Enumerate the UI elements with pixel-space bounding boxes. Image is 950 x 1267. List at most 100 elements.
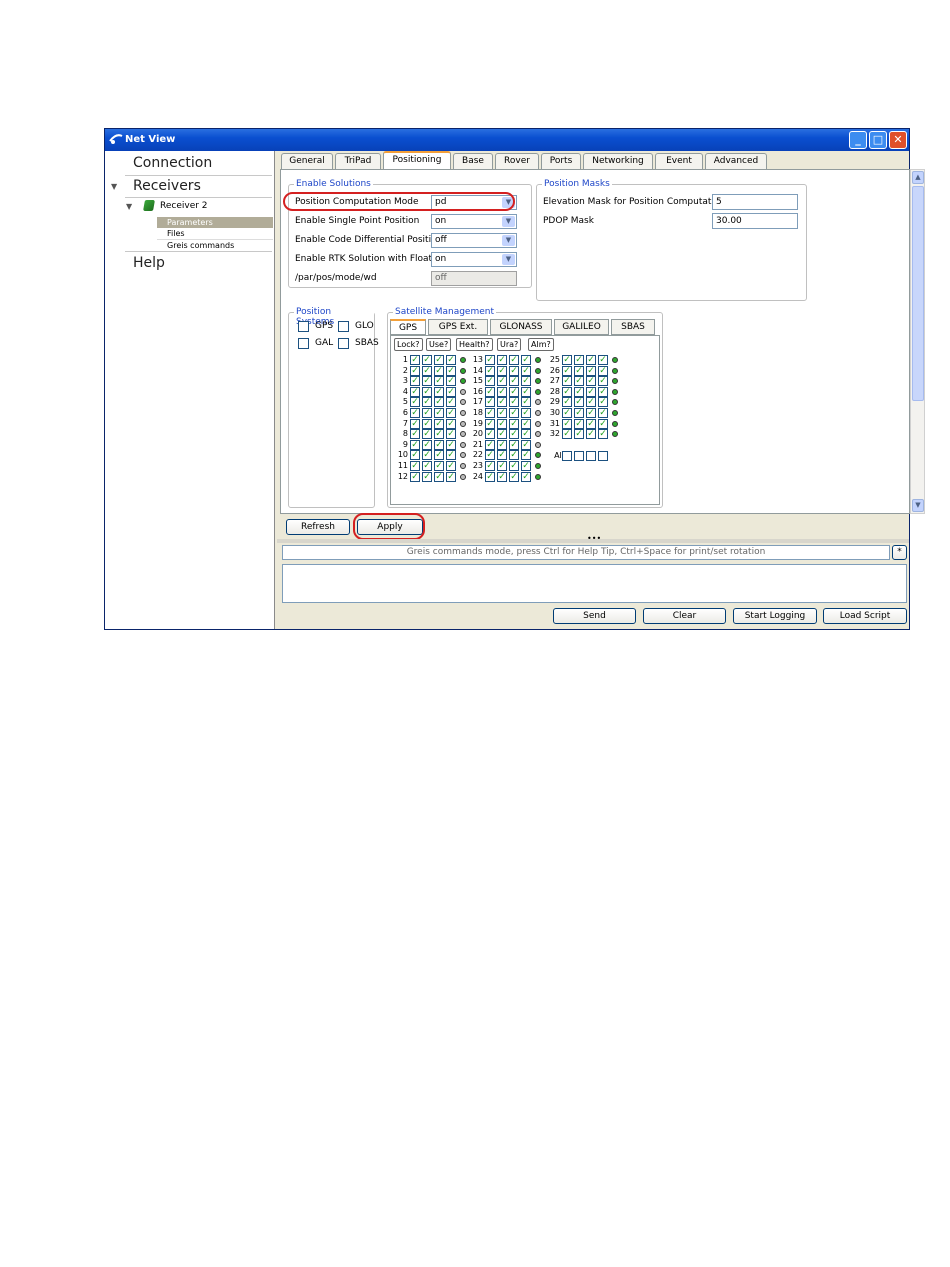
sat-checkbox[interactable]: ✓ <box>509 408 519 418</box>
sat-checkbox[interactable]: ✓ <box>446 439 456 450</box>
clear-button[interactable]: Clear <box>643 608 726 624</box>
sat-checkbox[interactable]: ✓ <box>574 355 584 365</box>
tab-event[interactable]: Event <box>655 153 703 169</box>
all-checkbox[interactable] <box>586 451 596 461</box>
sat-checkbox[interactable]: ✓ <box>509 418 519 429</box>
sat-checkbox[interactable]: ✓ <box>598 365 608 376</box>
sat-checkbox[interactable]: ✓ <box>509 365 519 376</box>
gps-checkbox[interactable] <box>298 321 309 332</box>
sat-checkbox[interactable]: ✓ <box>497 408 507 418</box>
sat-checkbox[interactable]: ✓ <box>485 408 495 418</box>
sat-checkbox[interactable]: ✓ <box>422 386 432 397</box>
sat-checkbox[interactable]: ✓ <box>497 386 507 397</box>
nav-files[interactable]: Files <box>157 228 273 239</box>
sat-checkbox[interactable]: ✓ <box>434 386 444 397</box>
sat-checkbox[interactable]: ✓ <box>586 429 596 440</box>
sat-checkbox[interactable]: ✓ <box>586 408 596 418</box>
sat-checkbox[interactable]: ✓ <box>410 376 420 387</box>
command-input[interactable]: Greis commands mode, press Ctrl for Help… <box>282 545 890 560</box>
sat-checkbox[interactable]: ✓ <box>485 461 495 471</box>
sat-checkbox[interactable]: ✓ <box>485 386 495 397</box>
sat-checkbox[interactable]: ✓ <box>497 376 507 387</box>
sat-checkbox[interactable]: ✓ <box>410 439 420 450</box>
sat-checkbox[interactable]: ✓ <box>497 397 507 408</box>
nav-receivers[interactable]: Receivers <box>133 178 201 194</box>
sat-checkbox[interactable]: ✓ <box>410 365 420 376</box>
sat-checkbox[interactable]: ✓ <box>485 439 495 450</box>
single-point-select[interactable]: on ▼ <box>431 214 517 229</box>
sat-checkbox[interactable]: ✓ <box>497 429 507 440</box>
sat-checkbox[interactable]: ✓ <box>434 450 444 461</box>
sat-checkbox[interactable]: ✓ <box>446 471 456 482</box>
maximize-button[interactable]: □ <box>869 131 887 149</box>
command-output-area[interactable] <box>282 564 907 603</box>
sat-checkbox[interactable]: ✓ <box>598 408 608 418</box>
chevron-down-icon[interactable]: ▼ <box>502 254 515 265</box>
sat-checkbox[interactable]: ✓ <box>422 365 432 376</box>
sat-checkbox[interactable]: ✓ <box>434 471 444 482</box>
tab-positioning[interactable]: Positioning <box>383 151 451 170</box>
chevron-down-icon[interactable]: ▼ <box>502 235 515 246</box>
sat-checkbox[interactable]: ✓ <box>446 376 456 387</box>
nav-help[interactable]: Help <box>133 255 165 271</box>
chevron-down-icon[interactable]: ▼ <box>502 216 515 227</box>
alm-header[interactable]: Alm? <box>528 338 554 351</box>
sat-checkbox[interactable]: ✓ <box>562 429 572 440</box>
sat-checkbox[interactable]: ✓ <box>485 365 495 376</box>
sat-checkbox[interactable]: ✓ <box>509 386 519 397</box>
sat-checkbox[interactable]: ✓ <box>521 397 531 408</box>
vertical-scrollbar[interactable]: ▲ ▼ <box>910 169 925 514</box>
sat-checkbox[interactable]: ✓ <box>422 355 432 365</box>
sat-checkbox[interactable]: ✓ <box>574 376 584 387</box>
sat-checkbox[interactable]: ✓ <box>410 408 420 418</box>
sat-checkbox[interactable]: ✓ <box>509 450 519 461</box>
scroll-down-icon[interactable]: ▼ <box>912 499 924 512</box>
sat-checkbox[interactable]: ✓ <box>434 418 444 429</box>
code-differential-select[interactable]: off ▼ <box>431 233 517 248</box>
sat-checkbox[interactable]: ✓ <box>562 386 572 397</box>
sat-checkbox[interactable]: ✓ <box>562 418 572 429</box>
sat-checkbox[interactable]: ✓ <box>410 386 420 397</box>
sat-checkbox[interactable]: ✓ <box>509 429 519 440</box>
sat-checkbox[interactable]: ✓ <box>598 397 608 408</box>
sat-checkbox[interactable]: ✓ <box>497 365 507 376</box>
sat-checkbox[interactable]: ✓ <box>521 408 531 418</box>
sat-checkbox[interactable]: ✓ <box>446 386 456 397</box>
sat-checkbox[interactable]: ✓ <box>497 418 507 429</box>
sat-checkbox[interactable]: ✓ <box>586 376 596 387</box>
sat-checkbox[interactable]: ✓ <box>574 386 584 397</box>
sat-checkbox[interactable]: ✓ <box>410 450 420 461</box>
sat-tab-gps-ext[interactable]: GPS Ext. <box>428 319 488 335</box>
sat-checkbox[interactable]: ✓ <box>509 439 519 450</box>
sat-checkbox[interactable]: ✓ <box>434 397 444 408</box>
sat-checkbox[interactable]: ✓ <box>562 376 572 387</box>
sat-checkbox[interactable]: ✓ <box>422 418 432 429</box>
nav-receiver-2[interactable]: Receiver 2 <box>160 201 208 211</box>
sat-checkbox[interactable]: ✓ <box>521 439 531 450</box>
tab-rover[interactable]: Rover <box>495 153 539 169</box>
nav-parameters[interactable]: Parameters <box>157 217 273 228</box>
rtk-float-select[interactable]: on ▼ <box>431 252 517 267</box>
sat-checkbox[interactable]: ✓ <box>562 397 572 408</box>
sat-checkbox[interactable]: ✓ <box>497 450 507 461</box>
tab-advanced[interactable]: Advanced <box>705 153 767 169</box>
sat-checkbox[interactable]: ✓ <box>586 355 596 365</box>
sat-checkbox[interactable]: ✓ <box>434 408 444 418</box>
gal-checkbox[interactable] <box>298 338 309 349</box>
lock-header[interactable]: Lock? <box>394 338 423 351</box>
sat-checkbox[interactable]: ✓ <box>422 376 432 387</box>
load-script-button[interactable]: Load Script <box>823 608 907 624</box>
sat-checkbox[interactable]: ✓ <box>446 355 456 365</box>
sat-checkbox[interactable]: ✓ <box>574 365 584 376</box>
sat-checkbox[interactable]: ✓ <box>434 376 444 387</box>
sat-checkbox[interactable]: ✓ <box>434 355 444 365</box>
scroll-up-icon[interactable]: ▲ <box>912 171 924 184</box>
tab-general[interactable]: General <box>281 153 333 169</box>
sat-tab-sbas[interactable]: SBAS <box>611 319 655 335</box>
sat-checkbox[interactable]: ✓ <box>521 355 531 365</box>
sat-checkbox[interactable]: ✓ <box>485 429 495 440</box>
all-checkbox[interactable] <box>562 451 572 461</box>
sat-checkbox[interactable]: ✓ <box>598 418 608 429</box>
sat-checkbox[interactable]: ✓ <box>497 471 507 482</box>
sat-checkbox[interactable]: ✓ <box>574 408 584 418</box>
